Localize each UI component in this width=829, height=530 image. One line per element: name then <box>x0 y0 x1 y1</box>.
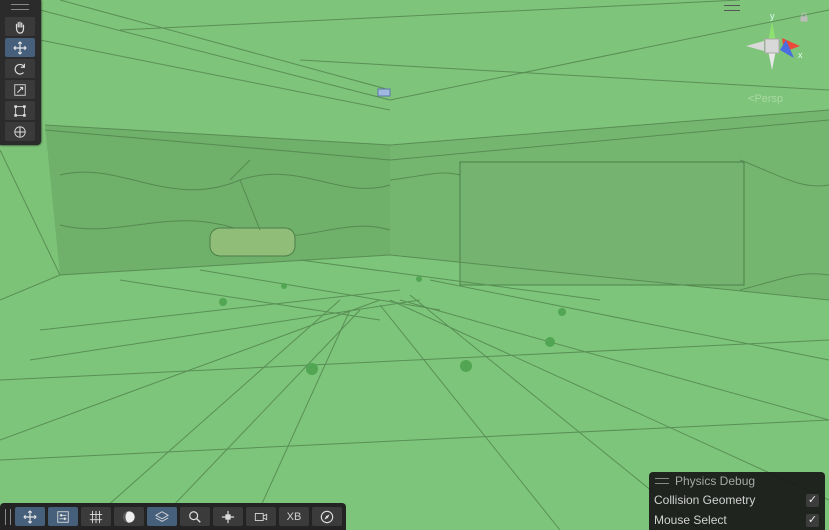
rect-tool-button[interactable] <box>5 101 35 120</box>
snap-button[interactable] <box>213 507 243 526</box>
scale-tool-button[interactable] <box>5 80 35 99</box>
drag-handle[interactable] <box>655 478 669 484</box>
collision-geometry-row[interactable]: Collision Geometry ✓ <box>649 490 825 510</box>
physics-debug-overlay: Physics Debug Collision Geometry ✓ Mouse… <box>649 472 825 530</box>
rotate-tool-button[interactable] <box>5 59 35 78</box>
transform-icon <box>14 125 26 138</box>
layers-button[interactable] <box>147 507 177 526</box>
drag-handle[interactable] <box>5 509 11 525</box>
collision-geometry-checkbox[interactable]: ✓ <box>806 493 819 507</box>
mouse-select-checkbox[interactable]: ✓ <box>806 513 819 527</box>
sphere-icon <box>123 510 135 523</box>
move-button[interactable] <box>15 507 45 526</box>
tool-settings-button[interactable] <box>48 507 78 526</box>
transform-tool-button[interactable] <box>5 122 35 141</box>
shading-button[interactable] <box>114 507 144 526</box>
grid-button[interactable] <box>81 507 111 526</box>
grid-icon <box>89 510 103 523</box>
move-icon <box>23 509 37 524</box>
move-icon <box>13 40 27 55</box>
mouse-select-label: Mouse Select <box>654 513 727 527</box>
camera-icon <box>254 512 268 521</box>
scene-menu-icon[interactable] <box>724 5 740 11</box>
compass-button[interactable] <box>312 507 342 526</box>
collision-geometry-label: Collision Geometry <box>654 493 756 507</box>
projection-text: Persp <box>754 93 784 105</box>
settings-sliders-icon <box>57 510 69 523</box>
scale-icon <box>14 83 26 96</box>
scene-view[interactable] <box>0 0 829 530</box>
hand-icon <box>15 21 25 34</box>
tool-palette <box>0 0 41 145</box>
rotate-icon <box>14 63 25 75</box>
layers-icon <box>155 510 169 522</box>
gizmo-x-label: x <box>798 50 803 60</box>
overlay-header[interactable]: Physics Debug <box>649 472 825 490</box>
search-button[interactable] <box>180 507 210 526</box>
search-icon <box>189 510 201 523</box>
orientation-gizmo[interactable]: y x <box>742 10 806 80</box>
overlay-title: Physics Debug <box>675 474 756 488</box>
rect-transform-icon <box>14 104 26 117</box>
xb-button[interactable]: XB <box>279 507 309 526</box>
drag-handle[interactable] <box>11 4 29 10</box>
camera-button[interactable] <box>246 507 276 526</box>
hand-tool-button[interactable] <box>5 17 35 36</box>
bottom-toolbar: XB <box>0 503 346 530</box>
move-tool-button[interactable] <box>5 38 35 57</box>
projection-label[interactable]: <Persp <box>748 93 783 105</box>
gizmo-y-label: y <box>770 11 775 21</box>
mouse-select-row[interactable]: Mouse Select ✓ <box>649 510 825 530</box>
compass-icon <box>320 510 334 523</box>
snap-icon <box>221 510 235 523</box>
